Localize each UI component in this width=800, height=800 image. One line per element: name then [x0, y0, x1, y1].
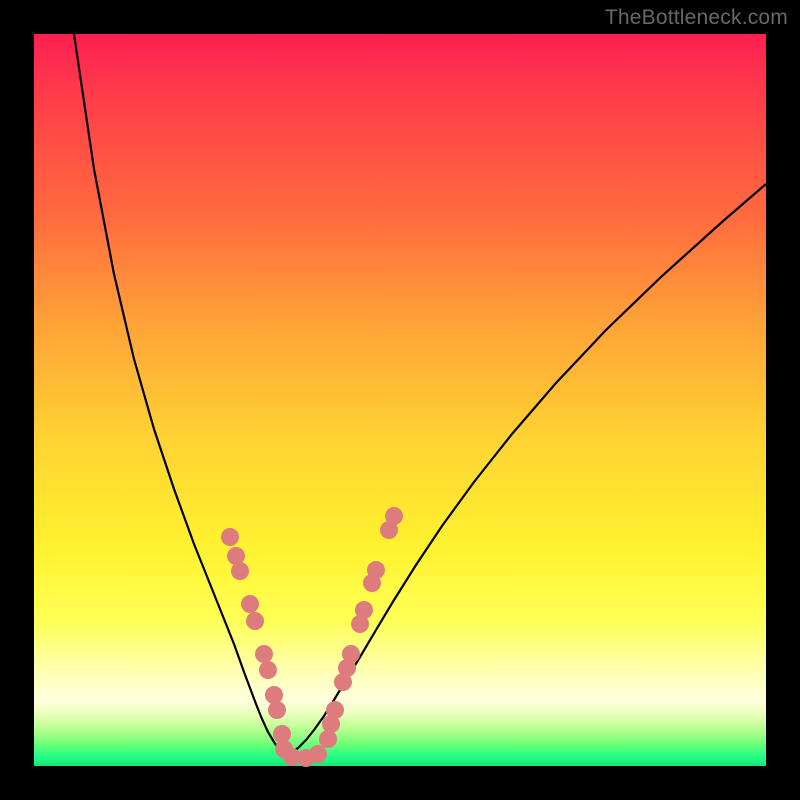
- data-marker: [231, 562, 249, 580]
- data-marker: [221, 528, 239, 546]
- data-marker: [241, 595, 259, 613]
- curves-svg: [34, 34, 766, 766]
- left-curve: [74, 34, 286, 754]
- data-marker: [259, 661, 277, 679]
- data-marker: [255, 645, 273, 663]
- data-marker: [246, 612, 264, 630]
- watermark-text: TheBottleneck.com: [605, 6, 788, 30]
- right-curve: [286, 184, 766, 754]
- data-marker: [319, 730, 337, 748]
- data-marker: [342, 645, 360, 663]
- chart-frame: TheBottleneck.com: [0, 0, 800, 800]
- data-marker: [355, 601, 373, 619]
- plot-area: [34, 34, 766, 766]
- data-marker: [265, 686, 283, 704]
- data-marker: [367, 561, 385, 579]
- data-marker: [326, 701, 344, 719]
- data-marker: [385, 507, 403, 525]
- marker-group: [221, 507, 403, 767]
- data-marker: [309, 745, 327, 763]
- data-marker: [268, 701, 286, 719]
